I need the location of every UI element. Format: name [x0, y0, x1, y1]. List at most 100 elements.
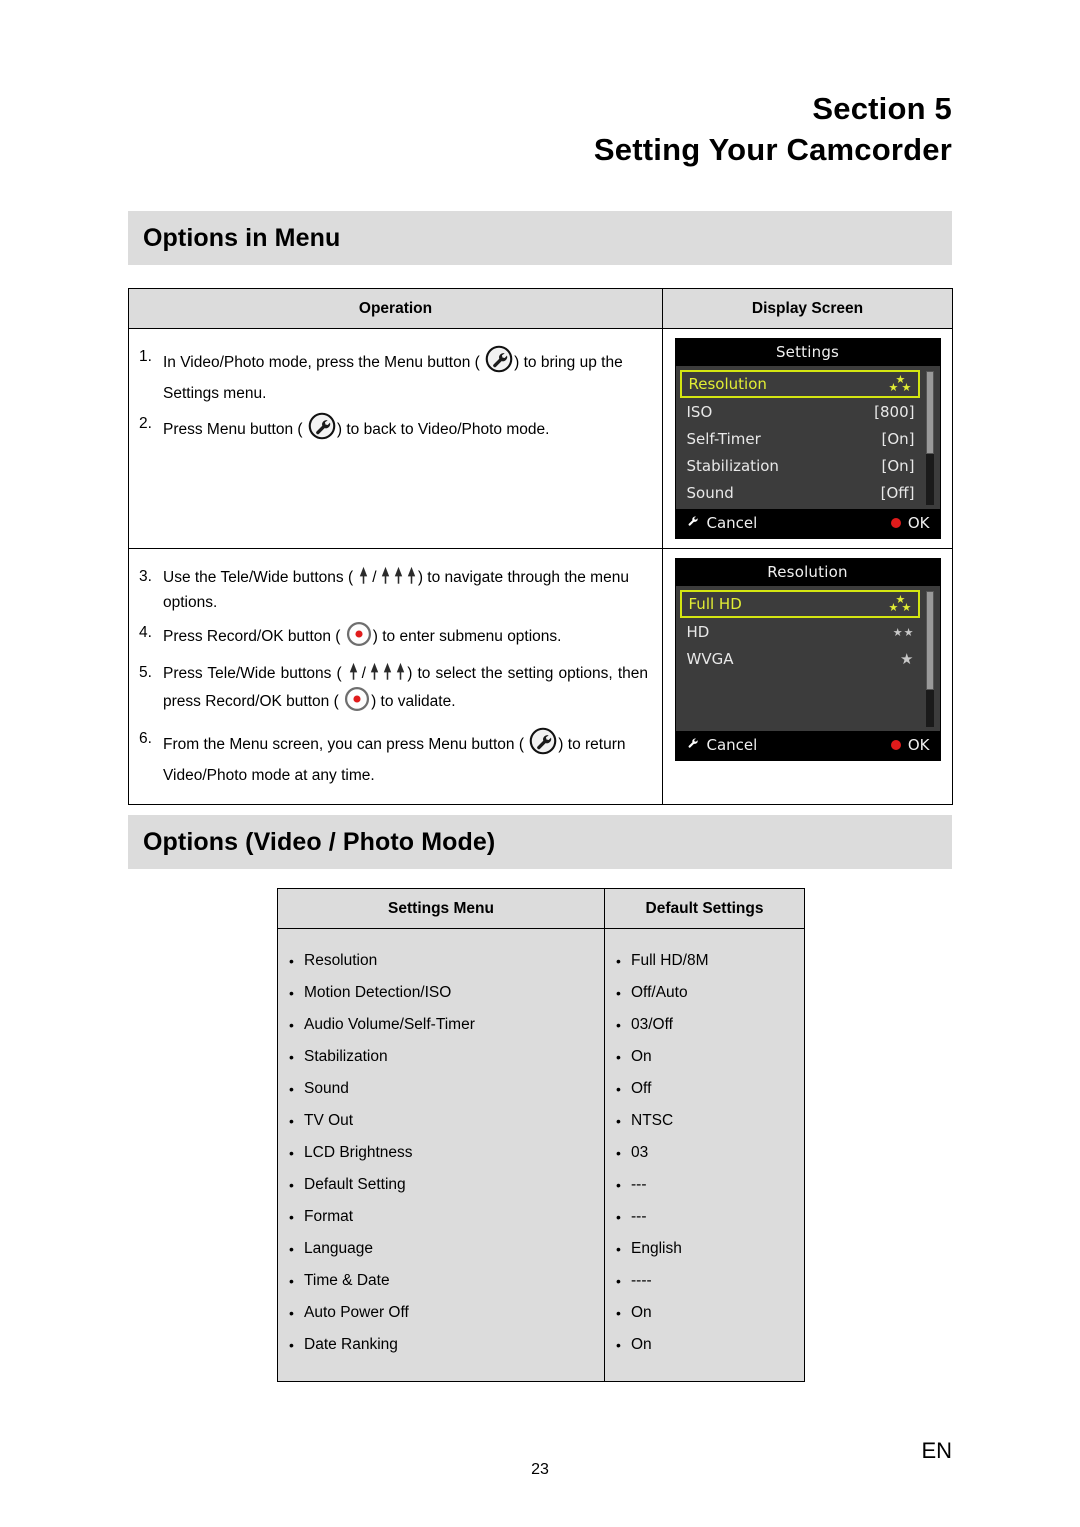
- table-header-row: Operation Display Screen: [128, 288, 953, 329]
- operation-cell-2: 3. Use the Tele/Wide buttons ( / ) to na…: [128, 548, 663, 805]
- default-setting-item: 03: [605, 1137, 804, 1169]
- camera-menu-value: [On]: [881, 430, 915, 448]
- section-bar-options-video-photo: Options (Video / Photo Mode): [128, 815, 952, 869]
- camera-cancel-action[interactable]: Cancel: [684, 735, 758, 755]
- section-label: Section 5: [812, 91, 952, 126]
- step-text-after: ) to enter submenu options.: [372, 628, 562, 646]
- camera-ok-label: OK: [907, 736, 930, 754]
- settings-menu-item: TV Out: [278, 1105, 604, 1137]
- step-text-before: Press Tele/Wide buttons (: [163, 665, 342, 683]
- default-setting-item: ---: [605, 1169, 804, 1201]
- camera-empty-row: [676, 673, 940, 701]
- settings-menu-list: ResolutionMotion Detection/ISOAudio Volu…: [278, 945, 604, 1361]
- camera-option-full-hd[interactable]: Full HD ★ ★ ★: [679, 590, 920, 618]
- step-number: 2.: [139, 415, 152, 433]
- camera-screen-body: Full HD ★ ★ ★ HD ★★ WVGA ★: [676, 586, 940, 731]
- step-item: 4. Press Record/OK button ( ) to enter s…: [139, 621, 648, 655]
- camera-cancel-label: Cancel: [706, 514, 758, 532]
- step-item: 5. Press Tele/Wide buttons ( / ) to sele…: [139, 661, 648, 720]
- settings-menu-item: Stabilization: [278, 1041, 604, 1073]
- camera-screen-body: Resolution ★ ★ ★ ISO [800] Self-Timer [On]: [676, 366, 940, 509]
- camera-scrollbar[interactable]: [925, 371, 934, 505]
- camera-menu-item-stabilization[interactable]: Stabilization [On]: [680, 453, 920, 479]
- default-settings-list: Full HD/8MOff/Auto03/OffOnOffNTSC03-----…: [605, 945, 804, 1361]
- default-setting-item: English: [605, 1233, 804, 1265]
- step-item: 6. From the Menu screen, you can press M…: [139, 727, 648, 788]
- settings-menu-item: Auto Power Off: [278, 1297, 604, 1329]
- camera-screen-title: Resolution: [675, 559, 940, 586]
- camera-menu-label: Stabilization: [686, 457, 779, 475]
- settings-menu-item: Motion Detection/ISO: [278, 977, 604, 1009]
- wrench-icon: [684, 735, 700, 755]
- column-header-display-screen: Display Screen: [662, 288, 953, 329]
- column-header-default-settings: Default Settings: [604, 888, 805, 929]
- camera-menu-item-resolution[interactable]: Resolution ★ ★ ★: [679, 370, 920, 398]
- settings-menu-item: Format: [278, 1201, 604, 1233]
- settings-menu-item: Sound: [278, 1073, 604, 1105]
- section-bar-title: Options in Menu: [143, 223, 341, 252]
- camera-ok-action[interactable]: OK: [890, 736, 930, 754]
- camera-cancel-action[interactable]: Cancel: [684, 513, 758, 533]
- camera-menu-item-iso[interactable]: ISO [800]: [680, 399, 920, 425]
- page-title: Section 5 Setting Your Camcorder: [128, 88, 952, 170]
- step-text-after: ) to back to Video/Photo mode.: [336, 421, 550, 439]
- step-number: 6.: [139, 729, 152, 747]
- step-text-before: From the Menu screen, you can press Menu…: [163, 735, 524, 753]
- record-ok-icon: [344, 686, 370, 720]
- camera-empty-row: [676, 701, 940, 729]
- step-item: 2. Press Menu button ( ) to back to Vide…: [139, 412, 648, 448]
- step-text: From the Menu screen, you can press Menu…: [163, 727, 648, 788]
- default-setting-item: Off: [605, 1073, 804, 1105]
- two-stars-icon: ★★: [892, 625, 915, 639]
- default-setting-item: On: [605, 1041, 804, 1073]
- step-number: 4.: [139, 624, 152, 642]
- wrench-icon: [684, 513, 700, 533]
- operation-cell-1: 1. In Video/Photo mode, press the Menu b…: [128, 328, 663, 549]
- page-number: 23: [531, 1461, 549, 1478]
- camera-menu-value: [Off]: [880, 484, 915, 502]
- table-row: 1. In Video/Photo mode, press the Menu b…: [128, 328, 953, 549]
- settings-defaults-table: Settings Menu Default Settings Resolutio…: [277, 888, 805, 1382]
- camera-screen-title: Settings: [675, 339, 940, 366]
- settings-menu-item: Time & Date: [278, 1265, 604, 1297]
- step-text-before: In Video/Photo mode, press the Menu butt…: [163, 354, 480, 371]
- settings-menu-item: Language: [278, 1233, 604, 1265]
- settings-menu-item: Resolution: [278, 945, 604, 977]
- camera-option-label: WVGA: [686, 650, 734, 668]
- camera-option-hd[interactable]: HD ★★: [680, 619, 920, 645]
- default-setting-item: ---: [605, 1201, 804, 1233]
- column-header-operation: Operation: [128, 288, 663, 329]
- wrench-icon: [529, 727, 557, 763]
- camera-ok-action[interactable]: OK: [890, 514, 930, 532]
- camera-scrollbar-thumb[interactable]: [925, 591, 934, 691]
- camera-menu-label: Sound: [686, 484, 734, 502]
- camera-menu-item-self-timer[interactable]: Self-Timer [On]: [680, 426, 920, 452]
- default-setting-item: NTSC: [605, 1105, 804, 1137]
- camera-option-label: HD: [686, 623, 710, 641]
- camera-screen-footer: Cancel OK: [675, 731, 940, 760]
- camera-scrollbar-thumb[interactable]: [925, 371, 934, 455]
- camera-scrollbar[interactable]: [925, 591, 934, 727]
- step-text-before: Press Record/OK button (: [163, 628, 341, 646]
- default-setting-item: Off/Auto: [605, 977, 804, 1009]
- camera-ok-label: OK: [907, 514, 930, 532]
- step-item: 3. Use the Tele/Wide buttons ( / ) to na…: [139, 565, 648, 615]
- settings-menu-cell: ResolutionMotion Detection/ISOAudio Volu…: [277, 928, 605, 1382]
- step-text-before: Use the Tele/Wide buttons (: [163, 569, 354, 586]
- settings-menu-item: LCD Brightness: [278, 1137, 604, 1169]
- camera-menu-label: Resolution: [688, 375, 767, 393]
- wrench-icon: [308, 412, 336, 448]
- default-setting-item: 03/Off: [605, 1009, 804, 1041]
- operation-table: Operation Display Screen 1. In Video/Pho…: [128, 288, 953, 805]
- record-dot-icon: [890, 518, 901, 528]
- camera-menu-item-sound[interactable]: Sound [Off]: [680, 480, 920, 506]
- three-stars-icon: ★ ★ ★: [888, 373, 912, 394]
- camera-menu-label: ISO: [686, 403, 713, 421]
- step-text: Press Tele/Wide buttons ( / ) to select …: [163, 661, 648, 720]
- step-text: Press Record/OK button ( ) to enter subm…: [163, 621, 648, 655]
- step-text-before: Press Menu button (: [163, 421, 303, 439]
- table-row: ResolutionMotion Detection/ISOAudio Volu…: [277, 928, 805, 1382]
- tele-wide-icon: /: [347, 663, 407, 682]
- camera-option-wvga[interactable]: WVGA ★: [680, 646, 920, 672]
- camera-cancel-label: Cancel: [706, 736, 758, 754]
